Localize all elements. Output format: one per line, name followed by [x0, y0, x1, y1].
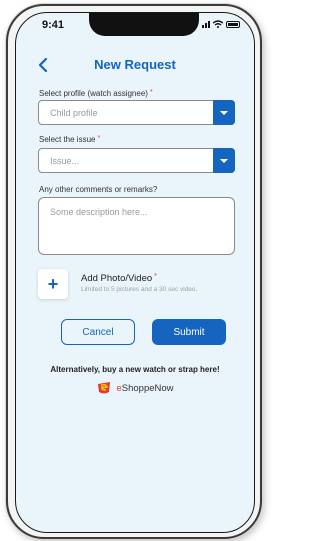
- battery-icon: [226, 21, 240, 28]
- comments-label: Any other comments or remarks?: [39, 185, 158, 194]
- comments-placeholder: Some description here...: [50, 207, 148, 217]
- cancel-button[interactable]: Cancel: [61, 319, 135, 345]
- profile-dropdown-button[interactable]: [213, 100, 235, 125]
- comments-textarea[interactable]: Some description here...: [38, 197, 235, 255]
- profile-select-placeholder: Child profile: [50, 108, 98, 118]
- status-time: 9:41: [42, 19, 65, 31]
- brand-name-rest: ShoppeNow: [121, 382, 174, 394]
- add-photo-button[interactable]: +: [38, 269, 68, 299]
- screen: 9:41 New Request Select profile (watch a…: [15, 12, 255, 533]
- issue-dropdown-button[interactable]: [213, 148, 235, 173]
- brand-name: eShoppeNow: [116, 383, 173, 394]
- required-mark: *: [154, 273, 157, 280]
- plus-icon: +: [47, 274, 59, 294]
- wifi-icon: [213, 20, 223, 28]
- profile-label: Select profile (watch assignee) *: [39, 89, 153, 98]
- add-photo-title: Add Photo/Video *: [81, 273, 157, 284]
- required-mark: *: [149, 89, 153, 96]
- add-photo-subtitle: Limited to 5 pictures and a 30 sec video…: [81, 286, 198, 293]
- eshoppenow-link[interactable]: eShoppeNow: [16, 381, 254, 395]
- profile-select[interactable]: Child profile: [38, 100, 235, 125]
- issue-label-text: Select the issue: [39, 135, 96, 144]
- notch: [89, 13, 199, 36]
- phone-frame: 9:41 New Request Select profile (watch a…: [6, 4, 262, 539]
- page-title: New Request: [94, 57, 176, 72]
- submit-button[interactable]: Submit: [152, 319, 226, 345]
- issue-select-placeholder: Issue...: [50, 156, 80, 166]
- add-photo-title-text: Add Photo/Video: [81, 273, 153, 284]
- signal-icon: [202, 21, 210, 28]
- eshoppenow-logo-icon: [98, 382, 111, 394]
- profile-label-text: Select profile (watch assignee): [39, 89, 148, 98]
- issue-select[interactable]: Issue...: [38, 148, 235, 173]
- chevron-down-icon: [220, 110, 228, 115]
- chevron-down-icon: [220, 158, 228, 163]
- promo-text: Alternatively, buy a new watch or strap …: [50, 365, 220, 374]
- required-mark: *: [97, 135, 101, 142]
- issue-label: Select the issue *: [39, 135, 100, 144]
- status-icons: [202, 20, 240, 28]
- header: New Request: [16, 55, 254, 75]
